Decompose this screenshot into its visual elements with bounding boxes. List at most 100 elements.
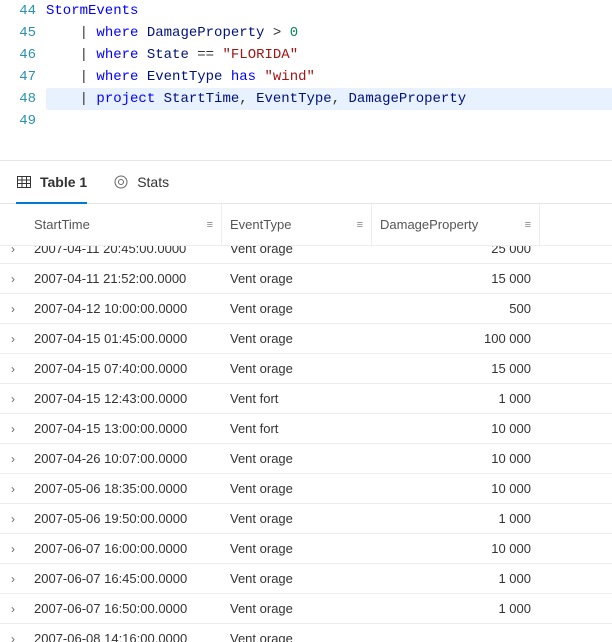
cell-eventtype: Vent orage [230,571,293,586]
cell-starttime: 2007-04-15 12:43:00.0000 [34,391,187,406]
code-text: StormEvents [46,0,138,22]
code-text: | project StartTime, EventType, DamagePr… [46,88,612,110]
grid-partial-row-top: › 2007-04-11 20:45:00.0000 Vent orage 25… [0,246,612,264]
line-number: 46 [0,44,46,66]
cell-eventtype: Vent orage [230,481,293,496]
expand-row-icon[interactable]: › [0,393,26,405]
table-row[interactable]: ›2007-06-07 16:50:00.0000Vent orage1 000 [0,594,612,624]
table-row[interactable]: › 2007-06-08 14:16:00.0000 Vent orage [0,624,612,642]
cell-damage: 100 000 [380,331,531,346]
cell-starttime: 2007-04-11 21:52:00.0000 [34,271,186,286]
cell-starttime: 2007-04-12 10:00:00.0000 [34,301,187,316]
column-label: DamageProperty [380,217,478,232]
table-row[interactable]: › 2007-06-07 16:45:00.0000 Vent orage 1 000 [0,564,612,594]
cell-starttime: 2007-04-15 01:45:00.0000 [34,331,187,346]
cell-eventtype: Vent orage [230,246,293,256]
line-number: 44 [0,0,46,22]
code-line[interactable]: 48 | project StartTime, EventType, Damag… [0,88,612,110]
table-icon [16,174,32,190]
tab-table-label: Table 1 [40,174,87,190]
table-row[interactable]: › 2007-04-15 12:43:00.0000 Vent fort 1 000 [0,384,612,414]
expand-row-icon[interactable]: › [0,303,26,315]
cell-damage: 500 [380,301,531,316]
table-row[interactable]: ›2007-06-07 16:00:00.0000Vent orage10 00… [0,534,612,564]
table-row[interactable]: › 2007-05-06 19:50:00.0000 Vent orage 1 000 [0,504,612,534]
cell-damage: 10 000 [380,481,531,496]
cell-starttime: 2007-04-15 07:40:00.0000 [34,361,187,376]
cell-eventtype: Vent orage [230,271,293,286]
cell-damage: 1 000 [380,391,531,406]
cell-eventtype: Vent orage [230,361,293,376]
cell-eventtype: Vent orage [230,331,293,346]
column-menu-icon[interactable]: ≡ [207,219,213,231]
table-row[interactable]: › 2007-04-11 21:52:00.0000 Vent orage 15 00… [0,264,612,294]
cell-damage: 15 000 [380,361,531,376]
cell-eventtype: Vent orage [230,601,293,616]
cell-starttime: 2007-05-06 19:50:00.0000 [34,511,187,526]
tab-stats-label: Stats [137,174,169,190]
grid-partial-row-bottom: › 2007-06-08 14:16:00.0000 Vent orage [0,624,612,642]
cell-starttime: 2007-06-07 16:00:00.0000 [34,541,187,556]
column-header-starttime[interactable]: StartTime ≡ [26,204,222,245]
line-number: 47 [0,66,46,88]
tab-table[interactable]: Table 1 [16,161,87,203]
expand-row-icon[interactable]: › [0,543,26,555]
cell-starttime: 2007-06-07 16:45:00.0000 [34,571,187,586]
cell-eventtype: Vent orage [230,631,293,642]
column-header-damage[interactable]: DamageProperty ≡ [372,204,540,245]
cell-damage: 1 000 [380,511,531,526]
table-row[interactable]: › 2007-04-15 07:40:00.0000 Vent orage 15 00… [0,354,612,384]
cell-damage: 1 000 [380,601,531,616]
expand-row-icon[interactable]: › [0,573,26,585]
table-row[interactable]: › 2007-05-06 18:35:00.0000 Vent orage 10 00… [0,474,612,504]
expand-row-icon[interactable]: › [0,603,26,615]
code-line[interactable]: 49 [0,110,612,132]
cell-starttime: 2007-04-15 13:00:00.0000 [34,421,187,436]
table-row[interactable]: › 2007-04-26 10:07:00.0000 Vent orage 10 00… [0,444,612,474]
expand-row-icon[interactable]: › [0,273,26,285]
column-label: EventType [230,217,291,232]
grid-header: StartTime ≡ EventType ≡ DamageProperty ≡ [0,204,612,246]
cell-eventtype: Vent fort [230,391,278,406]
column-menu-icon[interactable]: ≡ [525,219,531,231]
cell-eventtype: Vent orage [230,451,293,466]
expand-row-icon[interactable]: › [0,483,26,495]
cell-starttime: 2007-04-26 10:07:00.0000 [34,451,187,466]
expand-row-icon[interactable]: › [0,453,26,465]
cell-damage: 10 000 [380,421,531,436]
table-row[interactable]: › 2007-04-15 01:45:00.0000 Vent orage 100 0… [0,324,612,354]
cell-starttime: 2007-04-11 20:45:00.0000 [34,246,186,256]
query-editor[interactable]: 44StormEvents45 | where DamageProperty >… [0,0,612,138]
results-grid: StartTime ≡ EventType ≡ DamageProperty ≡… [0,204,612,642]
tab-stats[interactable]: Stats [113,161,169,203]
column-menu-icon[interactable]: ≡ [357,219,363,231]
line-number: 49 [0,110,46,132]
results-tabs: Table 1 Stats [0,160,612,204]
table-row[interactable]: › 2007-04-11 20:45:00.0000 Vent orage 25… [0,246,612,264]
code-line[interactable]: 47 | where EventType has "wind" [0,66,612,88]
cell-eventtype: Vent orage [230,301,293,316]
expand-row-icon[interactable]: › [0,423,26,435]
cell-damage: 1 000 [380,571,531,586]
expand-row-icon[interactable]: › [0,363,26,375]
cell-damage: 25 000 [380,246,531,256]
expand-row-icon[interactable]: › [0,246,26,255]
code-text: | where DamageProperty > 0 [46,22,298,44]
code-text: | where State == "FLORIDA" [46,44,298,66]
cell-damage: 15 000 [380,271,531,286]
table-row[interactable]: ›2007-04-15 13:00:00.0000Vent fort10 000 [0,414,612,444]
cell-eventtype: Vent orage [230,511,293,526]
cell-starttime: 2007-05-06 18:35:00.0000 [34,481,187,496]
cell-starttime: 2007-06-08 14:16:00.0000 [34,631,187,642]
table-row[interactable]: › 2007-04-12 10:00:00.0000 Vent orage 500 [0,294,612,324]
column-label: StartTime [34,217,90,232]
code-line[interactable]: 46 | where State == "FLORIDA" [0,44,612,66]
cell-damage: 10 000 [380,451,531,466]
stats-icon [113,174,129,190]
column-header-eventtype[interactable]: EventType ≡ [222,204,372,245]
expand-row-icon[interactable]: › [0,333,26,345]
code-line[interactable]: 44StormEvents [0,0,612,22]
code-line[interactable]: 45 | where DamageProperty > 0 [0,22,612,44]
grid-body: › 2007-04-11 21:52:00.0000 Vent orage 15 00… [0,264,612,624]
expand-row-icon[interactable]: › [0,513,26,525]
